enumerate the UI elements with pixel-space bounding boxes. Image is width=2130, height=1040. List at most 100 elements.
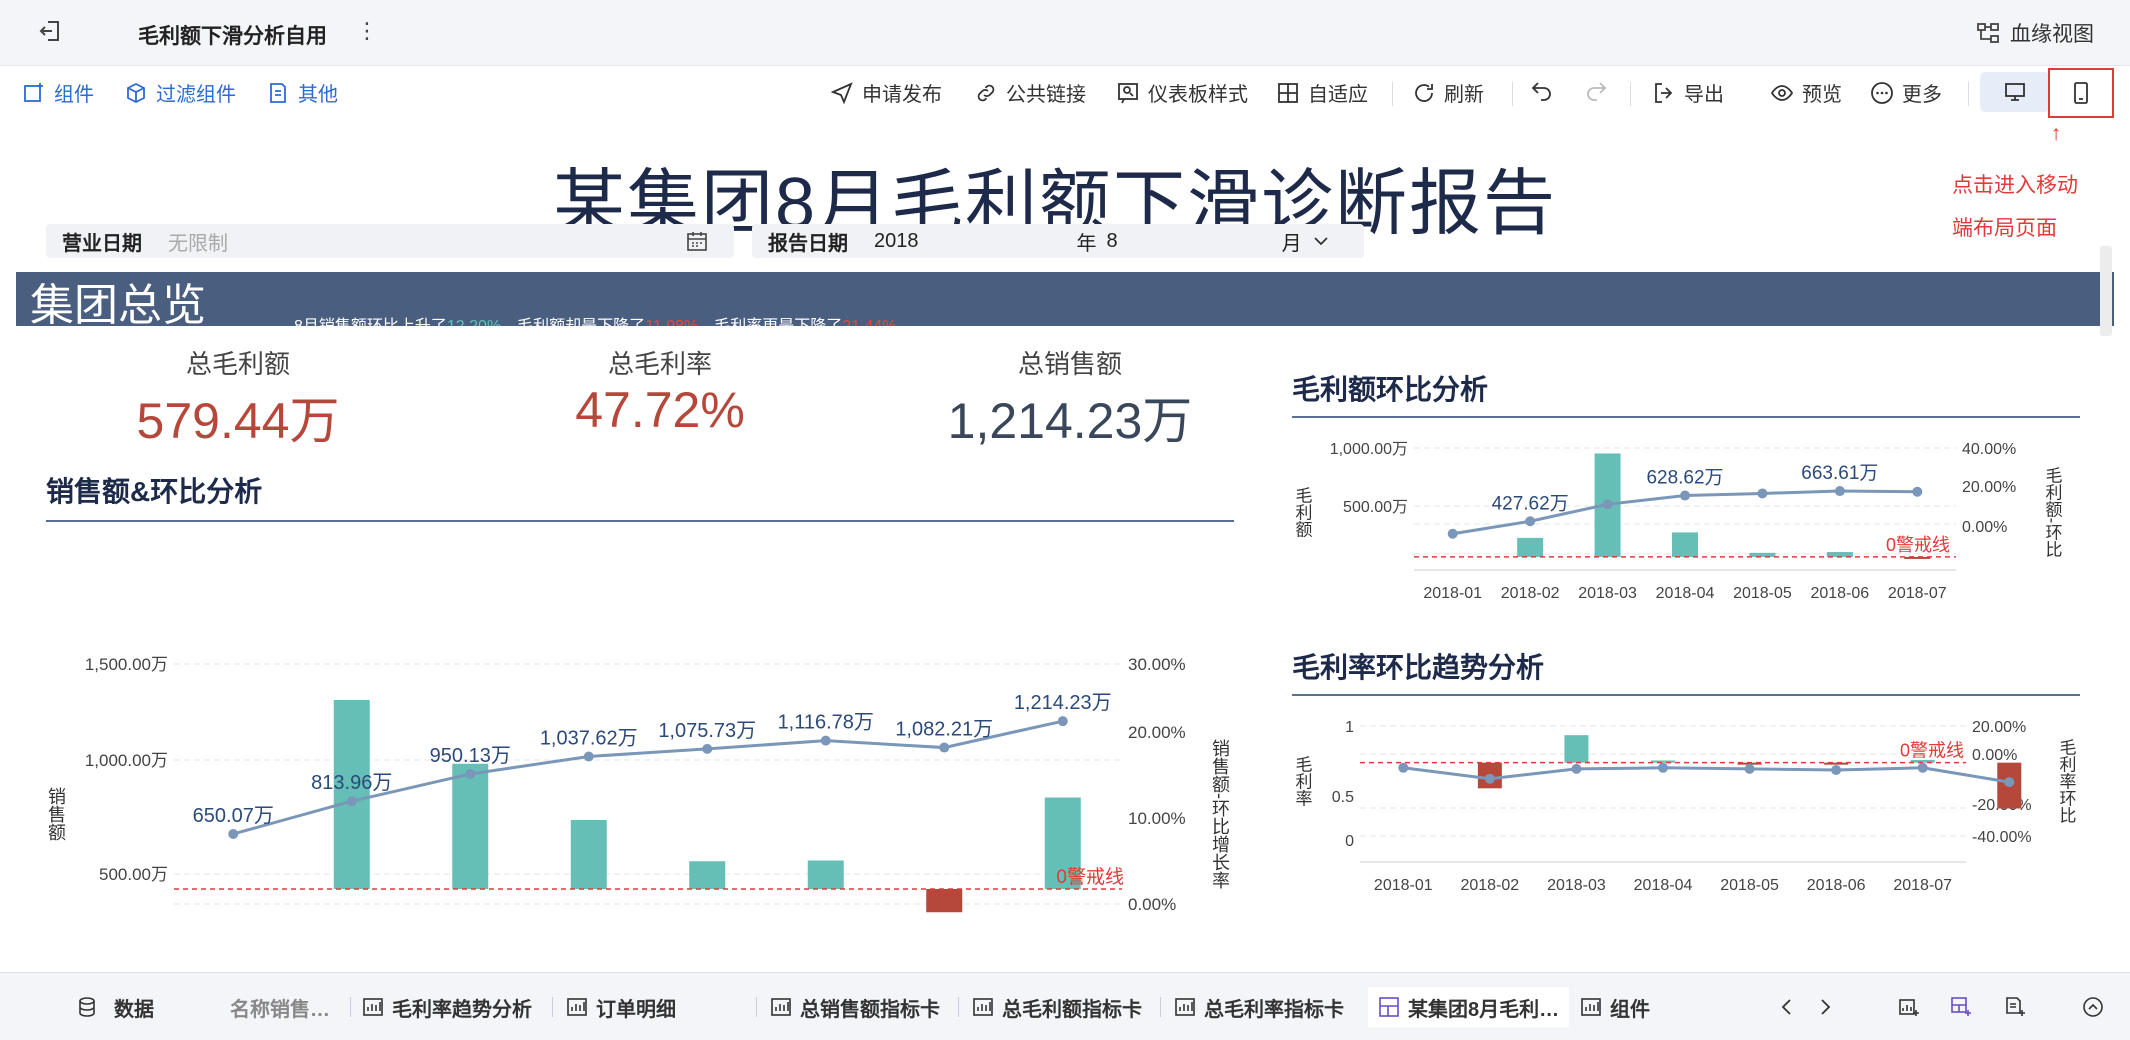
undo-icon: [1531, 82, 1551, 101]
tab-label: 总毛利率指标卡: [1204, 998, 1344, 1021]
vertical-scrollbar[interactable]: [2100, 246, 2112, 336]
redo-icon: [1587, 82, 1607, 101]
gross-profit-chart-title: 毛利额环比分析: [1292, 374, 1489, 405]
publish-button[interactable]: 申请发布: [830, 78, 942, 107]
add-component-button[interactable]: 组件: [22, 78, 94, 107]
tab-scroll-right-icon[interactable]: [1814, 987, 1836, 1027]
y-tick-label: 0: [1345, 833, 1354, 850]
calendar-icon[interactable]: [686, 230, 708, 252]
sales-mom-chart[interactable]: 1,500.00万1,000.00万500.00万0.00万30.00%20.0…: [40, 528, 1240, 928]
line-point: [346, 796, 357, 807]
business-date-filter[interactable]: 营业日期 无限制: [46, 224, 734, 258]
annotation-line2: 端布局页面: [1952, 217, 2057, 240]
data-label: 650.07万: [193, 805, 274, 827]
y2-tick-label: 0.00%: [1128, 895, 1176, 914]
other-button[interactable]: 其他: [266, 78, 338, 107]
tab-order-detail[interactable]: 订单明细: [566, 987, 676, 1027]
database-icon: [79, 997, 95, 1017]
tab-label: 某集团8月毛利…: [1408, 998, 1560, 1021]
preview-button[interactable]: 预览: [1770, 78, 1842, 107]
bar: [807, 860, 844, 889]
data-label: 813.96万: [311, 772, 392, 794]
gross-profit-mom-chart[interactable]: 1,000.00万 500.00万 40.00% 20.00% 0.00% 毛利额 毛利额-…: [1290, 424, 2090, 608]
other-icon: [270, 82, 286, 103]
report-year-unit: 年: [1076, 232, 1097, 255]
data-label: 950.13万: [430, 745, 511, 767]
back-icon[interactable]: [38, 18, 66, 46]
desktop-layout-button[interactable]: [1980, 72, 2050, 112]
tab-label: 毛利率趋势分析: [392, 998, 532, 1021]
kpi-label: 总毛利额: [185, 349, 290, 379]
bar: [1564, 735, 1589, 763]
kpi-gross-margin[interactable]: 总毛利率 47.72%: [530, 344, 790, 439]
tab-label: 组件: [1610, 998, 1650, 1021]
dashboard-style-label: 仪表板样式: [1148, 84, 1248, 106]
mobile-layout-button[interactable]: [2048, 68, 2114, 118]
line-point: [702, 743, 713, 754]
tab-name-sales[interactable]: 名称销售…: [230, 987, 330, 1027]
preview-icon: [1770, 84, 1794, 101]
data-label: 1,214.23万: [1014, 692, 1112, 714]
redo-button[interactable]: [1584, 78, 1608, 102]
line-point: [1917, 762, 1928, 773]
tab-data[interactable]: 数据: [76, 987, 154, 1027]
line-point: [1834, 486, 1845, 497]
refresh-label: 刷新: [1444, 84, 1484, 106]
kpi-total-sales[interactable]: 总销售额 1,214.23万: [920, 344, 1220, 453]
tab-scroll-left-icon[interactable]: [1776, 987, 1798, 1027]
filter-component-button[interactable]: 过滤组件: [124, 78, 236, 107]
collapse-up-icon[interactable]: [2082, 987, 2104, 1027]
kpi-total-gross-profit[interactable]: 总毛利额 579.44万: [108, 344, 368, 453]
x-tick-label: 2018-07: [1893, 877, 1952, 892]
bar: [1749, 552, 1776, 557]
undo-button[interactable]: [1530, 78, 1554, 102]
warning-label: 0警戒线: [1056, 866, 1124, 888]
export-button[interactable]: 导出: [1652, 78, 1724, 107]
report-date-label: 报告日期: [768, 232, 848, 255]
filter-cube-icon: [127, 82, 145, 103]
lineage-view-button[interactable]: 血缘视图: [1976, 18, 2094, 48]
y2-tick-label: 10.00%: [1128, 809, 1186, 828]
component-label: 组件: [54, 84, 94, 106]
tab-total-margin-card[interactable]: 总毛利率指标卡: [1174, 987, 1344, 1027]
tab-margin-trend[interactable]: 毛利率趋势分析: [362, 987, 532, 1027]
business-date-label: 营业日期: [62, 232, 142, 255]
dashboard-name[interactable]: 毛利额下滑分析自用: [138, 20, 327, 50]
chart-icon: [973, 998, 993, 1016]
chart-icon: [1175, 998, 1195, 1016]
tab-current-dashboard[interactable]: 某集团8月毛利…: [1368, 987, 1570, 1027]
public-link-button[interactable]: 公共链接: [974, 78, 1086, 107]
tab-total-sales-card[interactable]: 总销售额指标卡: [770, 987, 940, 1027]
data-label: 1,082.21万: [895, 719, 993, 741]
add-story-icon[interactable]: [2004, 987, 2026, 1027]
line-point: [1525, 516, 1536, 527]
add-chart-icon[interactable]: [1898, 987, 1920, 1027]
business-date-value: 无限制: [168, 232, 228, 255]
title-bar: 毛利额下滑分析自用 ⋮ 血缘视图: [0, 0, 2130, 66]
tab-label: 总销售额指标卡: [800, 998, 940, 1021]
y-tick-label: 500.00万: [99, 865, 168, 884]
x-tick-label: 2018-07: [1888, 585, 1947, 602]
report-year-value: 2018: [874, 229, 919, 252]
gross-margin-mom-chart[interactable]: 10.5020.00%0.00%-20.00%-40.00%毛利率毛利率环比20…: [1290, 702, 2090, 892]
tab-components[interactable]: 组件: [1580, 987, 1650, 1027]
report-date-filter[interactable]: 报告日期 2018 年 8 月: [752, 224, 1364, 258]
bar: [1904, 556, 1931, 559]
more-button[interactable]: 更多: [1870, 78, 1942, 107]
refresh-button[interactable]: 刷新: [1412, 78, 1484, 107]
warning-label: 0警戒线: [1900, 741, 1964, 761]
dashboard-style-button[interactable]: 仪表板样式: [1116, 78, 1248, 107]
more-options-icon[interactable]: ⋮: [356, 18, 378, 44]
tab-total-profit-card[interactable]: 总毛利额指标卡: [972, 987, 1142, 1027]
x-tick-label: 2018-04: [1656, 585, 1715, 602]
adaptive-button[interactable]: 自适应: [1276, 78, 1368, 107]
add-dashboard-icon[interactable]: [1950, 987, 1972, 1027]
chart-icon: [771, 998, 791, 1016]
line-point: [939, 742, 950, 753]
gross-margin-chart-title: 毛利率环比趋势分析: [1292, 652, 1545, 683]
line-point: [1057, 716, 1068, 727]
y2-tick-label: 40.00%: [1962, 441, 2016, 458]
kpi-value: 1,214.23万: [947, 393, 1193, 449]
line-point: [1912, 486, 1923, 497]
chevron-down-icon[interactable]: [1312, 232, 1330, 250]
